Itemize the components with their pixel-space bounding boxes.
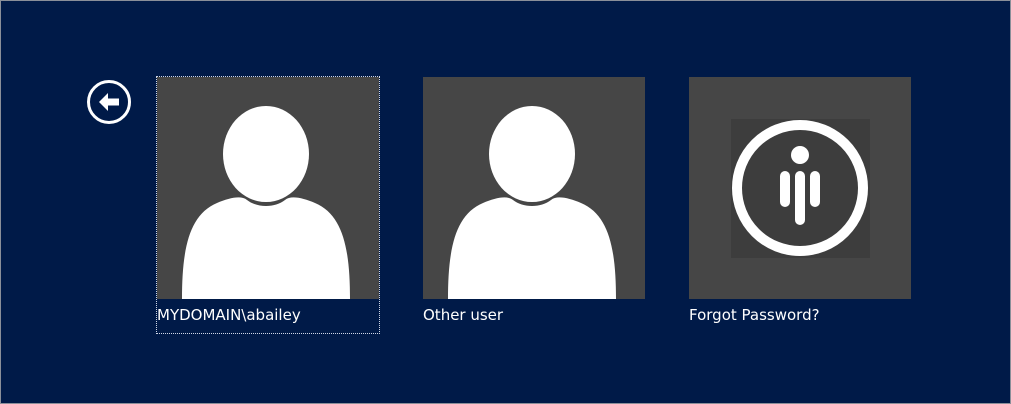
user-avatar-icon [182,106,350,299]
forgot-password-picture [689,77,911,299]
forgot-password-tile[interactable]: Forgot Password? [689,77,911,333]
arrow-left-circle-icon [87,80,131,124]
user-name-label: MYDOMAIN\abailey [157,299,379,333]
user-picture [157,77,379,299]
other-user-label: Other user [423,306,504,324]
user-picture [423,77,645,299]
back-button[interactable] [86,79,132,125]
user-avatar-icon [448,106,616,299]
user-tile-other-user[interactable]: Other user [423,77,645,333]
password-reset-logo-icon [731,119,870,258]
user-tile-abailey[interactable]: MYDOMAIN\abailey [156,76,380,334]
sign-in-screen: MYDOMAIN\abailey Other user Forgot Passw… [0,0,1011,404]
forgot-password-label: Forgot Password? [689,306,820,324]
